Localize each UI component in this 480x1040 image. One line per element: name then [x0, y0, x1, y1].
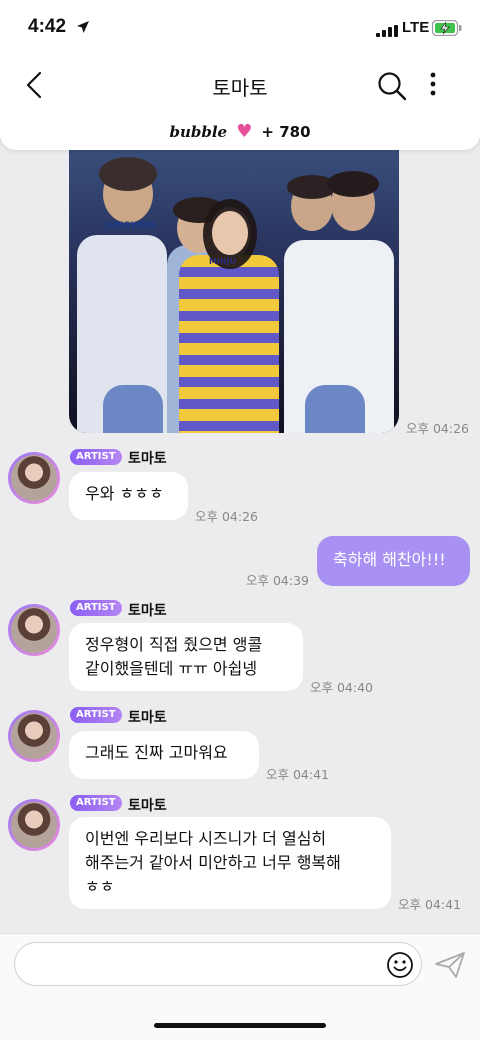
chat-title: 토마토: [212, 76, 268, 100]
avatar[interactable]: [8, 604, 60, 656]
sender-name: 토마토: [128, 710, 167, 726]
bubble-count-bar[interactable]: bubble ♥ + 780: [0, 114, 480, 150]
photo-timestamp: 오후 04:26: [406, 421, 469, 436]
network-label: LTE: [402, 19, 430, 36]
sender-name: 토마토: [128, 603, 167, 619]
home-indicator: [154, 1023, 326, 1028]
message-bubble[interactable]: 그래도 진짜 고마워요: [69, 731, 259, 779]
message-timestamp: 오후 04:39: [246, 573, 309, 588]
message-timestamp: 오후 04:41: [398, 897, 461, 912]
artist-badge: ARTIST: [70, 600, 122, 616]
message-timestamp: 오후 04:26: [195, 509, 258, 524]
emoji-icon[interactable]: [386, 951, 414, 983]
photo-message[interactable]: JUNGWOO MINJU: [69, 145, 399, 433]
status-time: 4:42: [28, 16, 67, 37]
signal-icon: [376, 22, 398, 41]
sender-name: 토마토: [128, 451, 167, 467]
search-icon[interactable]: [377, 71, 407, 105]
my-message-bubble[interactable]: 축하해 해찬아!!!: [317, 536, 470, 586]
chat-header: 토마토: [0, 58, 480, 114]
battery-charging-icon: [431, 19, 462, 40]
avatar[interactable]: [8, 799, 60, 851]
message-timestamp: 오후 04:40: [310, 680, 373, 695]
artist-badge: ARTIST: [70, 795, 122, 811]
message-bubble[interactable]: 우와 ㅎㅎㅎ: [69, 472, 188, 520]
message-input[interactable]: [14, 942, 422, 986]
message-bubble[interactable]: 이번엔 우리보다 시즈니가 더 열심히 해주는거 같아서 미안하고 너무 행복해…: [69, 817, 391, 909]
avatar[interactable]: [8, 710, 60, 762]
heart-icon: ♥: [236, 121, 253, 142]
message-bubble[interactable]: 정우형이 직접 줬으면 앵콜 같이했을텐데 ㅠㅠ 아쉽넹: [69, 623, 303, 691]
composer: [0, 933, 480, 1040]
photo-caption-minju: MINJU: [209, 257, 237, 266]
avatar[interactable]: [8, 452, 60, 504]
artist-badge: ARTIST: [70, 449, 122, 465]
artist-badge: ARTIST: [70, 707, 122, 723]
sender-name: 토마토: [128, 798, 167, 814]
bubble-count: + 780: [261, 123, 311, 141]
location-arrow-icon: [76, 19, 90, 38]
more-options-icon[interactable]: [428, 71, 438, 101]
message-timestamp: 오후 04:41: [266, 767, 329, 782]
photo-caption-jungwoo: JUNGWOO: [105, 221, 156, 231]
status-bar: 4:42 LTE: [0, 0, 480, 58]
send-icon[interactable]: [434, 951, 466, 983]
bubble-brand: bubble: [169, 123, 228, 141]
